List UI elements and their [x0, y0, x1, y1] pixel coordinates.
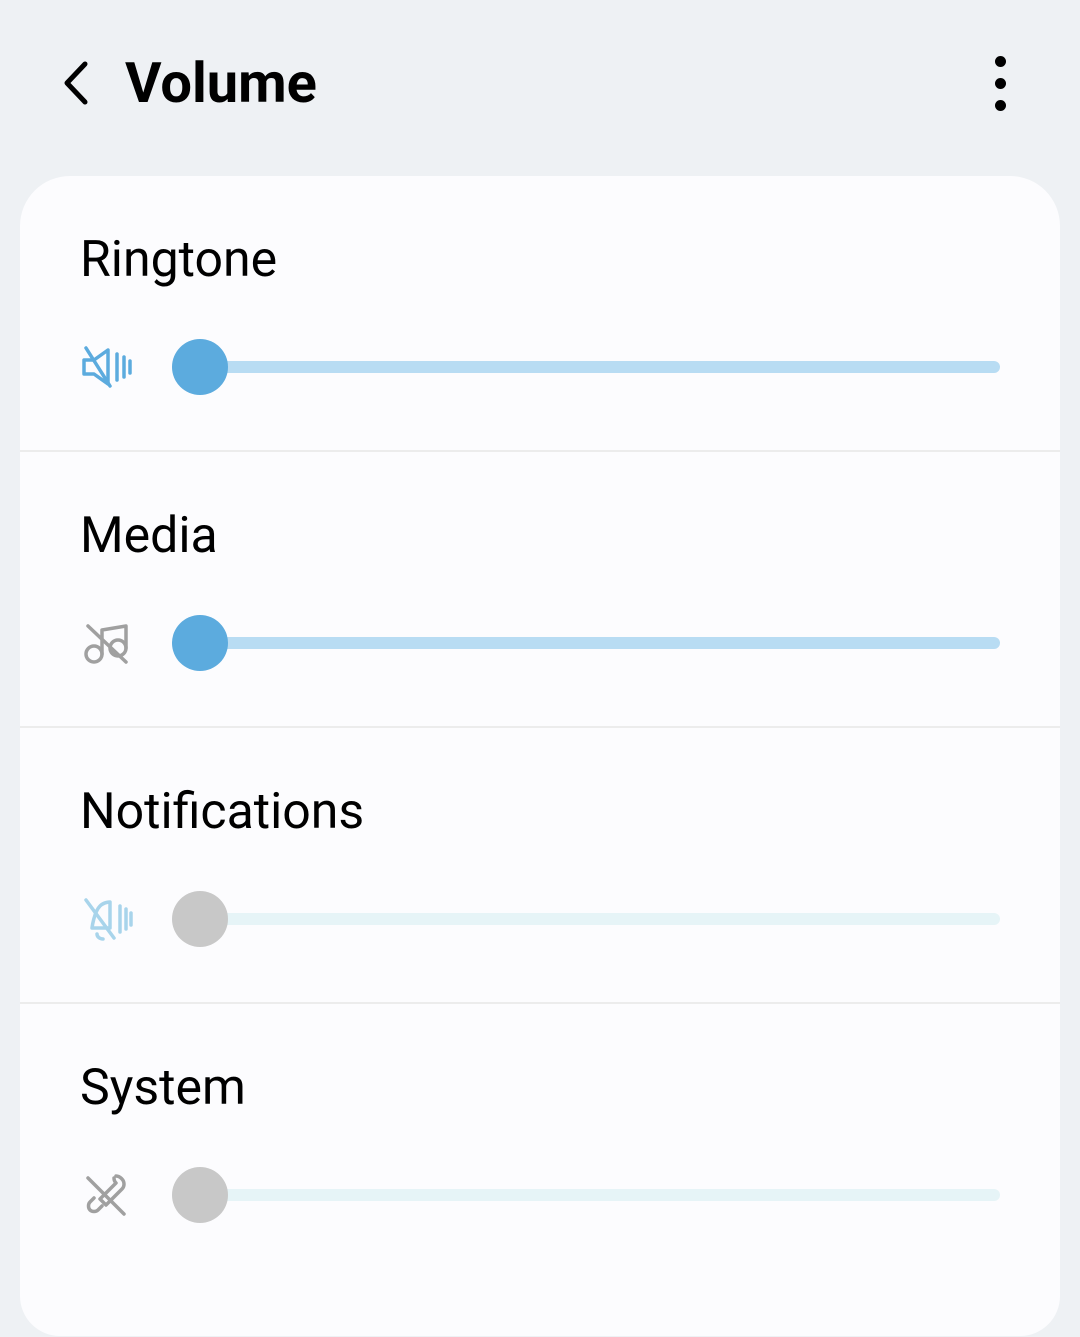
ringtone-slider-row [80, 339, 1000, 395]
bell-muted-vibrate-icon [80, 892, 134, 946]
header: Volume [0, 0, 1080, 161]
more-icon-dot [995, 100, 1006, 111]
ringtone-slider[interactable] [172, 339, 1000, 395]
page-title: Volume [125, 50, 317, 116]
system-slider-track [172, 1189, 1000, 1201]
media-slider-thumb[interactable] [172, 615, 228, 671]
notifications-slider-track [172, 913, 1000, 925]
media-slider[interactable] [172, 615, 1000, 671]
notifications-slider-row [80, 891, 1000, 947]
media-slider-row [80, 615, 1000, 671]
music-note-muted-icon [80, 616, 134, 670]
volume-item-media: Media [20, 452, 1060, 728]
more-options-button[interactable] [980, 53, 1020, 113]
system-slider-row [80, 1167, 1000, 1223]
speaker-muted-vibrate-icon [80, 340, 134, 394]
notifications-label: Notifications [80, 783, 1000, 841]
volume-item-notifications: Notifications [20, 728, 1060, 1004]
more-icon-dot [995, 56, 1006, 67]
volume-item-system: System [20, 1004, 1060, 1278]
media-label: Media [80, 507, 1000, 565]
ringtone-label: Ringtone [80, 231, 1000, 289]
chevron-left-icon [61, 60, 89, 106]
volume-panel: Ringtone Media [20, 176, 1060, 1336]
header-left: Volume [55, 50, 317, 116]
notifications-slider-thumb[interactable] [172, 891, 228, 947]
system-label: System [80, 1059, 1000, 1117]
media-slider-track [172, 637, 1000, 649]
notifications-slider[interactable] [172, 891, 1000, 947]
ringtone-slider-thumb[interactable] [172, 339, 228, 395]
tools-muted-icon [80, 1168, 134, 1222]
system-slider[interactable] [172, 1167, 1000, 1223]
volume-item-ringtone: Ringtone [20, 176, 1060, 452]
system-slider-thumb[interactable] [172, 1167, 228, 1223]
ringtone-slider-track [172, 361, 1000, 373]
more-icon-dot [995, 78, 1006, 89]
back-button[interactable] [55, 63, 95, 103]
